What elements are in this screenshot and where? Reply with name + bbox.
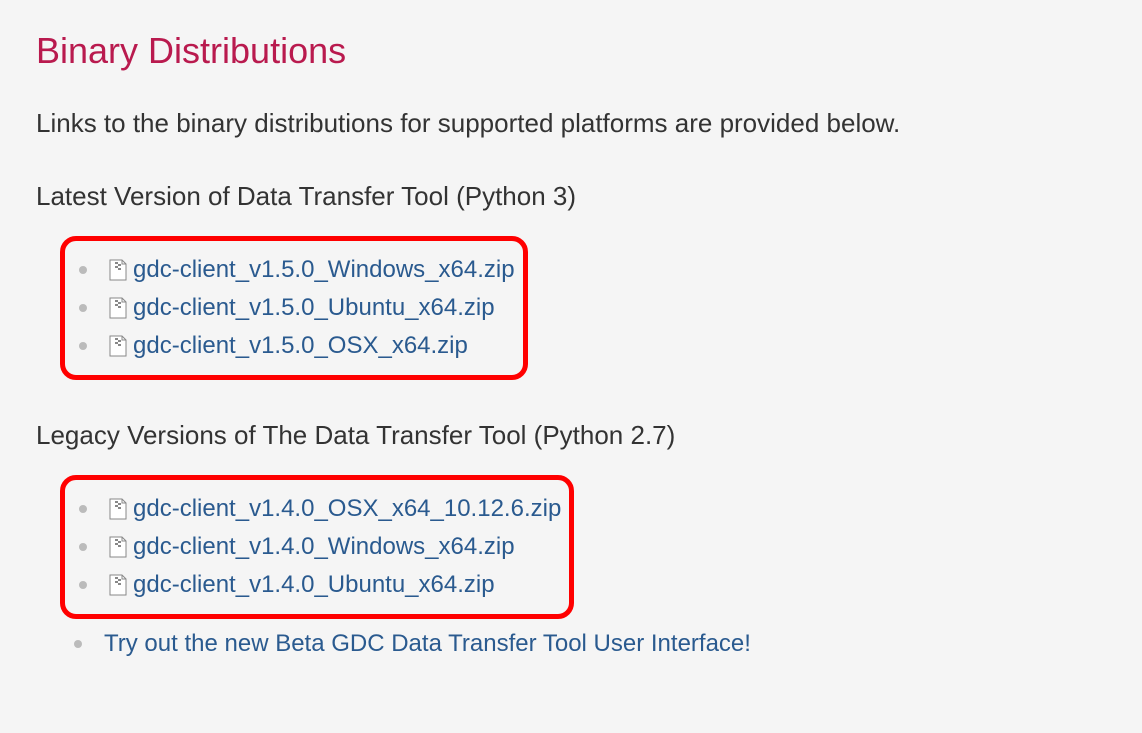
download-list-latest: gdc-client_v1.5.0_Windows_x64.zip gdc-cl… — [65, 251, 515, 365]
latest-version-block: Latest Version of Data Transfer Tool (Py… — [36, 181, 1106, 380]
section-heading: Binary Distributions — [36, 30, 1106, 72]
subsection-heading-legacy: Legacy Versions of The Data Transfer Too… — [36, 420, 1106, 451]
bullet-icon — [79, 581, 87, 589]
list-item: gdc-client_v1.5.0_OSX_x64.zip — [79, 327, 515, 365]
bullet-icon — [79, 304, 87, 312]
zip-icon — [109, 498, 127, 520]
download-link[interactable]: gdc-client_v1.4.0_Ubuntu_x64.zip — [133, 571, 495, 599]
intro-text: Links to the binary distributions for su… — [36, 108, 1106, 139]
highlight-box-latest: gdc-client_v1.5.0_Windows_x64.zip gdc-cl… — [60, 236, 528, 380]
legacy-version-block: Legacy Versions of The Data Transfer Too… — [36, 420, 1106, 663]
list-item: Try out the new Beta GDC Data Transfer T… — [74, 625, 1106, 663]
zip-icon — [109, 574, 127, 596]
download-link[interactable]: gdc-client_v1.5.0_Ubuntu_x64.zip — [133, 294, 495, 322]
zip-icon — [109, 335, 127, 357]
highlight-box-legacy: gdc-client_v1.4.0_OSX_x64_10.12.6.zip gd… — [60, 475, 574, 619]
download-link[interactable]: gdc-client_v1.5.0_Windows_x64.zip — [133, 256, 515, 284]
bullet-icon — [79, 342, 87, 350]
bullet-icon — [79, 266, 87, 274]
beta-link[interactable]: Try out the new Beta GDC Data Transfer T… — [104, 630, 751, 658]
list-item: gdc-client_v1.4.0_Windows_x64.zip — [79, 528, 561, 566]
zip-icon — [109, 259, 127, 281]
subsection-heading-latest: Latest Version of Data Transfer Tool (Py… — [36, 181, 1106, 212]
list-item: gdc-client_v1.4.0_Ubuntu_x64.zip — [79, 566, 561, 604]
beta-link-list: Try out the new Beta GDC Data Transfer T… — [36, 625, 1106, 663]
bullet-icon — [79, 543, 87, 551]
download-link[interactable]: gdc-client_v1.4.0_OSX_x64_10.12.6.zip — [133, 495, 561, 523]
zip-icon — [109, 297, 127, 319]
bullet-icon — [79, 505, 87, 513]
list-item: gdc-client_v1.5.0_Ubuntu_x64.zip — [79, 289, 515, 327]
bullet-icon — [74, 640, 82, 648]
list-item: gdc-client_v1.5.0_Windows_x64.zip — [79, 251, 515, 289]
list-item: gdc-client_v1.4.0_OSX_x64_10.12.6.zip — [79, 490, 561, 528]
download-link[interactable]: gdc-client_v1.5.0_OSX_x64.zip — [133, 332, 468, 360]
zip-icon — [109, 536, 127, 558]
download-list-legacy: gdc-client_v1.4.0_OSX_x64_10.12.6.zip gd… — [65, 490, 561, 604]
download-link[interactable]: gdc-client_v1.4.0_Windows_x64.zip — [133, 533, 515, 561]
